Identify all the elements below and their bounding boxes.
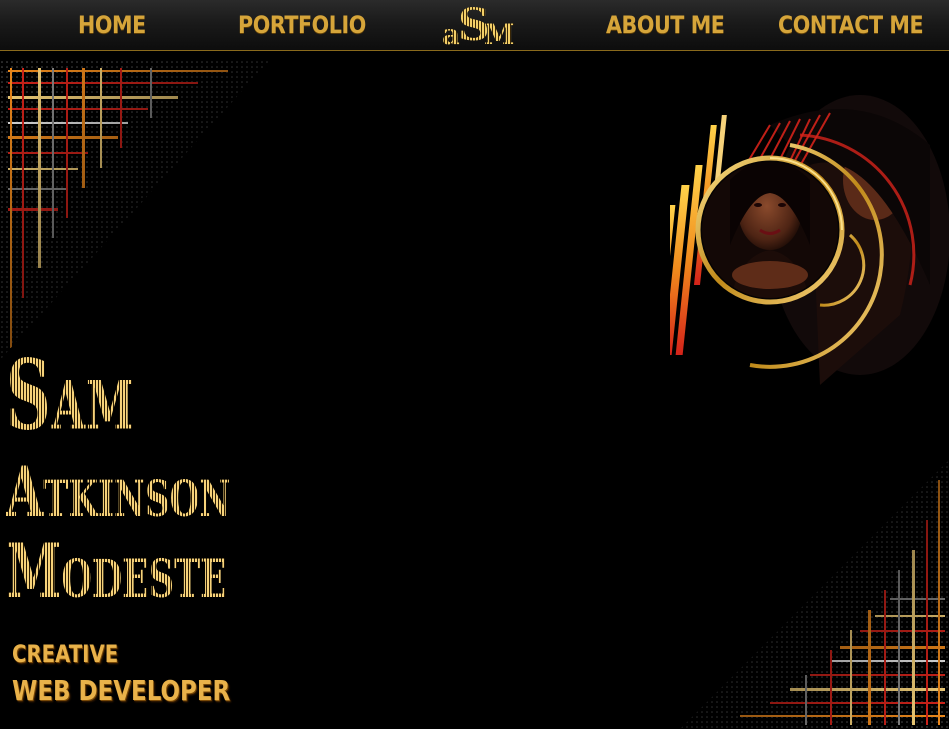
logo-letter-m: M — [484, 18, 515, 51]
nav-link-about-me[interactable]: ABOUT ME — [606, 11, 725, 39]
hero-name: Sam Atkinson Modeste — [6, 347, 306, 614]
profile-photo — [670, 95, 949, 385]
nav-link-home[interactable]: HOME — [78, 11, 146, 39]
asm-logo[interactable]: a S M — [440, 0, 515, 51]
name-last: Modeste — [6, 533, 306, 654]
tagline-creative: CREATIVE — [12, 640, 119, 668]
tagline-web-developer: WEB DEVELOPER — [12, 674, 231, 707]
top-navigation-bar: HOME PORTFOLIO a S M ABOUT ME CONTACT ME — [0, 0, 949, 51]
decorative-corner-bottom-right — [680, 460, 949, 729]
nav-link-portfolio[interactable]: PORTFOLIO — [238, 11, 366, 39]
page: HOME PORTFOLIO a S M ABOUT ME CONTACT ME — [0, 0, 949, 729]
decorative-corner-top-left — [0, 60, 270, 360]
nav-link-contact-me[interactable]: CONTACT ME — [778, 11, 924, 39]
